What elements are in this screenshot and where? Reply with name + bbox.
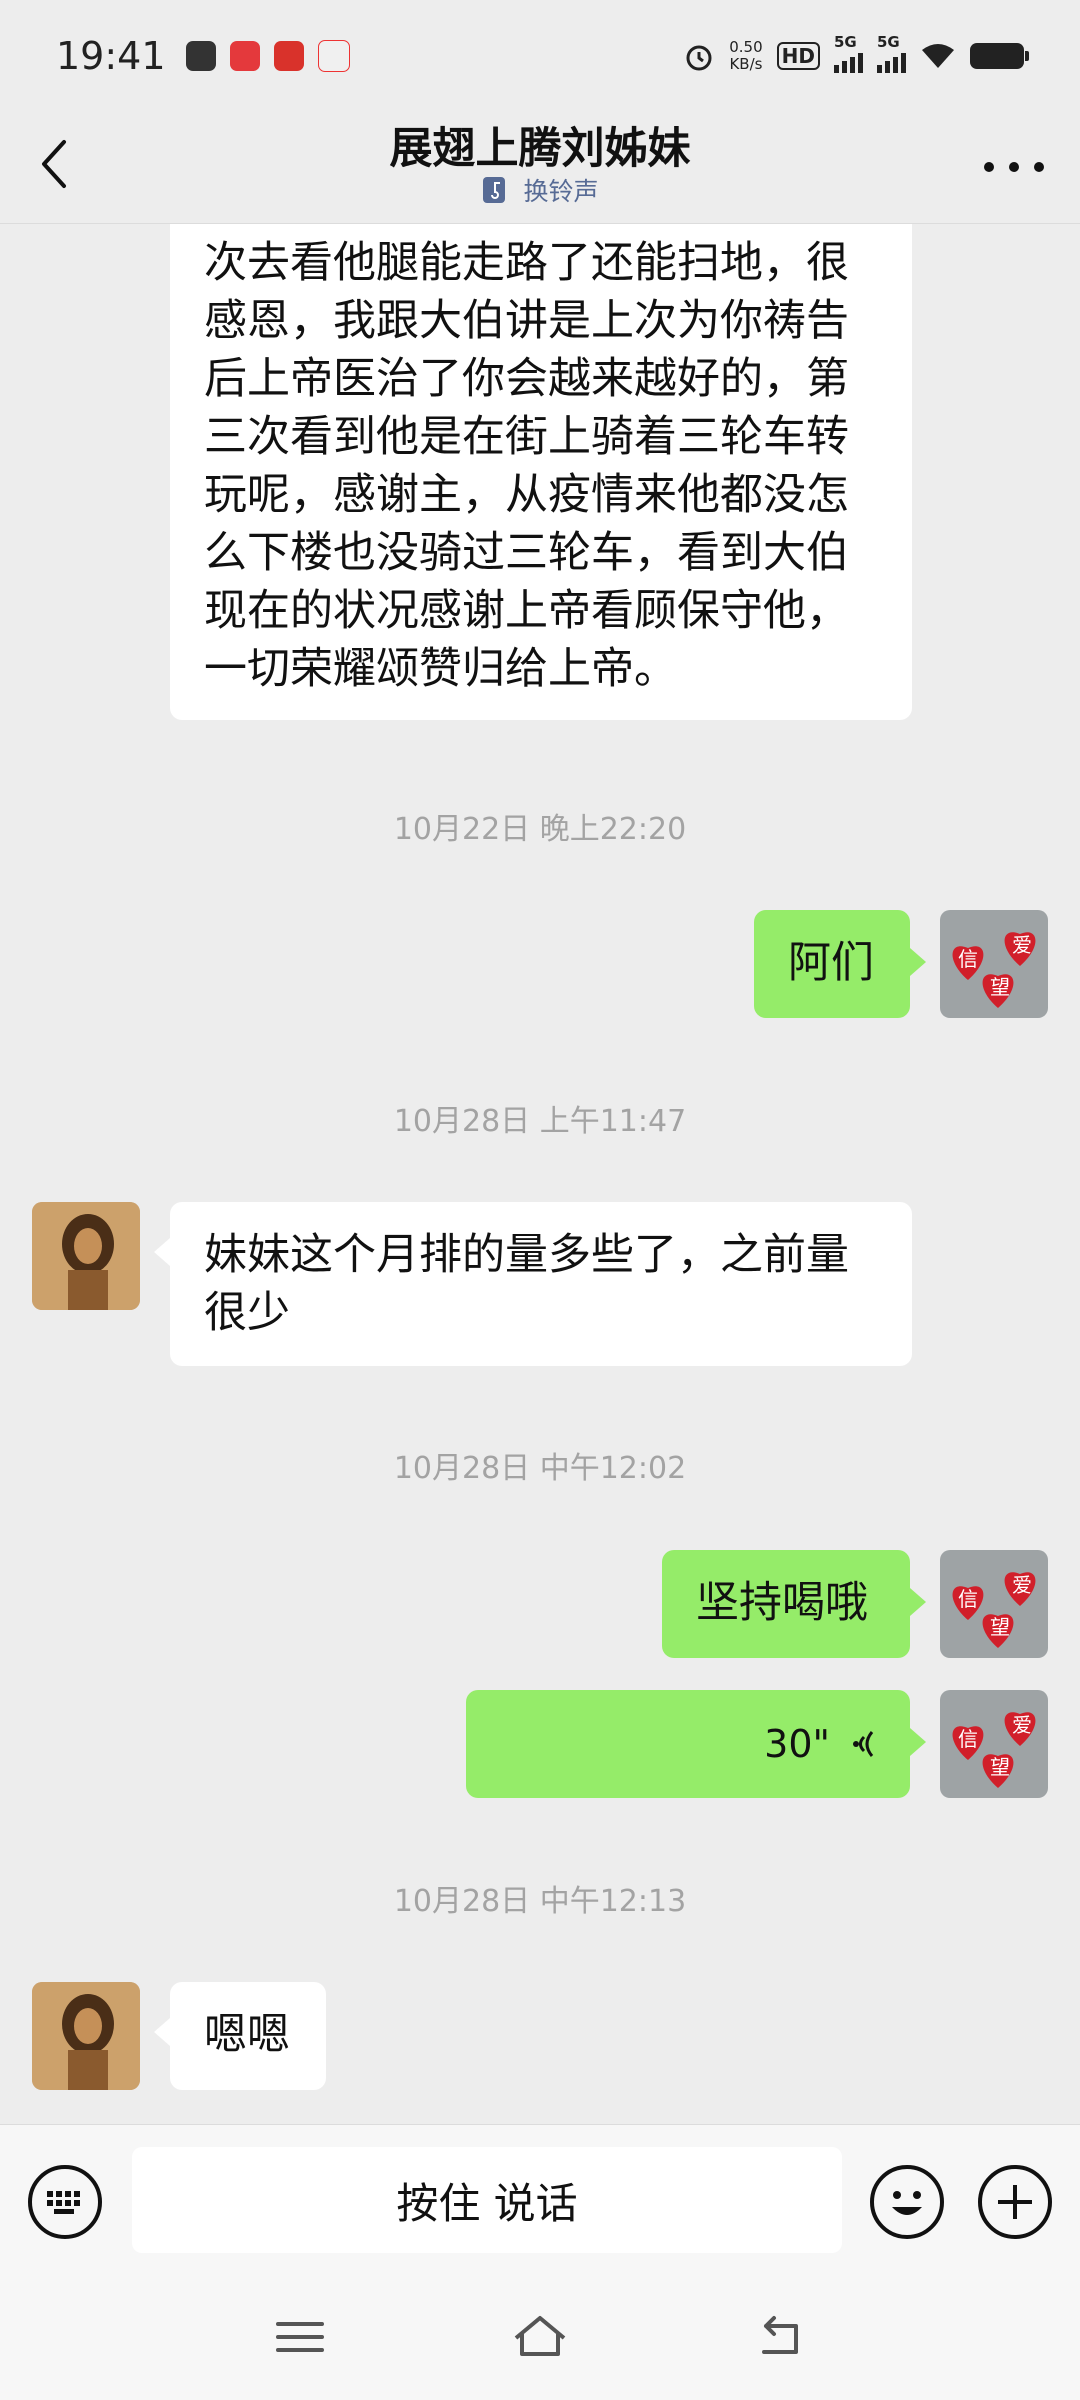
message-timestamp: 10月28日 上午11:47 <box>393 1104 687 1139</box>
voice-wave-icon <box>853 1731 874 1757</box>
message-bubble-sent[interactable]: 坚持喝哦 <box>662 1550 926 1658</box>
input-bar: 按住 说话 <box>0 2124 1080 2278</box>
message-timestamp: 10月28日 中午12:13 <box>393 1884 687 1919</box>
keyboard-toggle-button[interactable] <box>28 2165 102 2239</box>
svg-text:望: 望 <box>990 1615 1010 1639</box>
wifi-icon <box>922 44 954 68</box>
back-icon[interactable] <box>752 2312 808 2362</box>
more-functions-button[interactable] <box>978 2165 1052 2239</box>
signal-icon: 5G <box>877 33 906 73</box>
alarm-icon <box>686 45 712 71</box>
keyboard-icon <box>47 2191 80 2214</box>
svg-text:望: 望 <box>990 975 1010 999</box>
message-bubble-received[interactable]: 次去看他腿能走路了还能扫地，很感恩，我跟大伯讲是上次为你祷告后上帝医治了你会越来… <box>170 224 912 720</box>
app-notification-icon <box>273 41 304 71</box>
change-ringtone-link[interactable]: 换铃声 <box>0 172 1080 208</box>
status-time: 19:41 <box>56 34 166 78</box>
svg-text:信: 信 <box>958 947 978 971</box>
net-speed: 0.50 KB/s <box>729 38 763 73</box>
svg-text:信: 信 <box>958 1727 978 1751</box>
message-list[interactable]: 次去看他腿能走路了还能扫地，很感恩，我跟大伯讲是上次为你祷告后上帝医治了你会越来… <box>0 224 1080 2124</box>
battery-icon <box>970 43 1029 69</box>
self-avatar[interactable]: 信 爱望 <box>940 1690 1048 1798</box>
app-notification-icon <box>317 40 350 72</box>
message-bubble-received[interactable]: 嗯嗯 <box>154 1982 326 2090</box>
plus-icon <box>998 2185 1032 2219</box>
music-note-icon <box>483 177 506 203</box>
message-timestamp: 10月28日 中午12:02 <box>393 1451 687 1486</box>
voice-message-bubble[interactable]: 30" <box>466 1690 926 1798</box>
contact-avatar[interactable] <box>32 1982 140 2090</box>
clipboard-icon <box>185 41 216 71</box>
hd-icon: HD <box>776 42 820 70</box>
chat-header: 展翅上腾刘姊妹 换铃声 <box>0 112 1080 224</box>
home-icon[interactable] <box>512 2312 568 2362</box>
message-timestamp: 10月22日 晚上22:20 <box>393 812 687 847</box>
svg-text:信: 信 <box>958 1587 978 1611</box>
self-avatar[interactable]: 信 爱望 <box>940 910 1048 1018</box>
svg-text:爱: 爱 <box>1012 933 1032 957</box>
emoji-button[interactable] <box>870 2165 944 2239</box>
message-bubble-sent[interactable]: 阿们 <box>754 910 926 1018</box>
self-avatar[interactable]: 信 爱望 <box>940 1550 1048 1658</box>
voice-duration: 30" <box>764 1722 830 1766</box>
smiley-icon <box>892 2191 922 2215</box>
more-options-icon[interactable] <box>984 142 1044 192</box>
system-nav-bar <box>0 2278 1080 2400</box>
signal-icon: 5G <box>834 33 863 73</box>
svg-text:望: 望 <box>990 1755 1010 1779</box>
app-notification-icon <box>229 41 260 71</box>
menu-icon[interactable] <box>272 2312 328 2362</box>
message-bubble-received[interactable]: 妹妹这个月排的量多些了，之前量很少 <box>154 1202 912 1366</box>
contact-avatar[interactable] <box>32 1202 140 1310</box>
status-bar: 19:41 0.50 KB/s HD 5G 5G <box>0 0 1080 112</box>
hold-to-talk-button[interactable]: 按住 说话 <box>132 2147 842 2253</box>
svg-text:爱: 爱 <box>1012 1573 1032 1597</box>
svg-text:爱: 爱 <box>1012 1713 1032 1737</box>
chat-title: 展翅上腾刘姊妹 <box>389 124 691 174</box>
